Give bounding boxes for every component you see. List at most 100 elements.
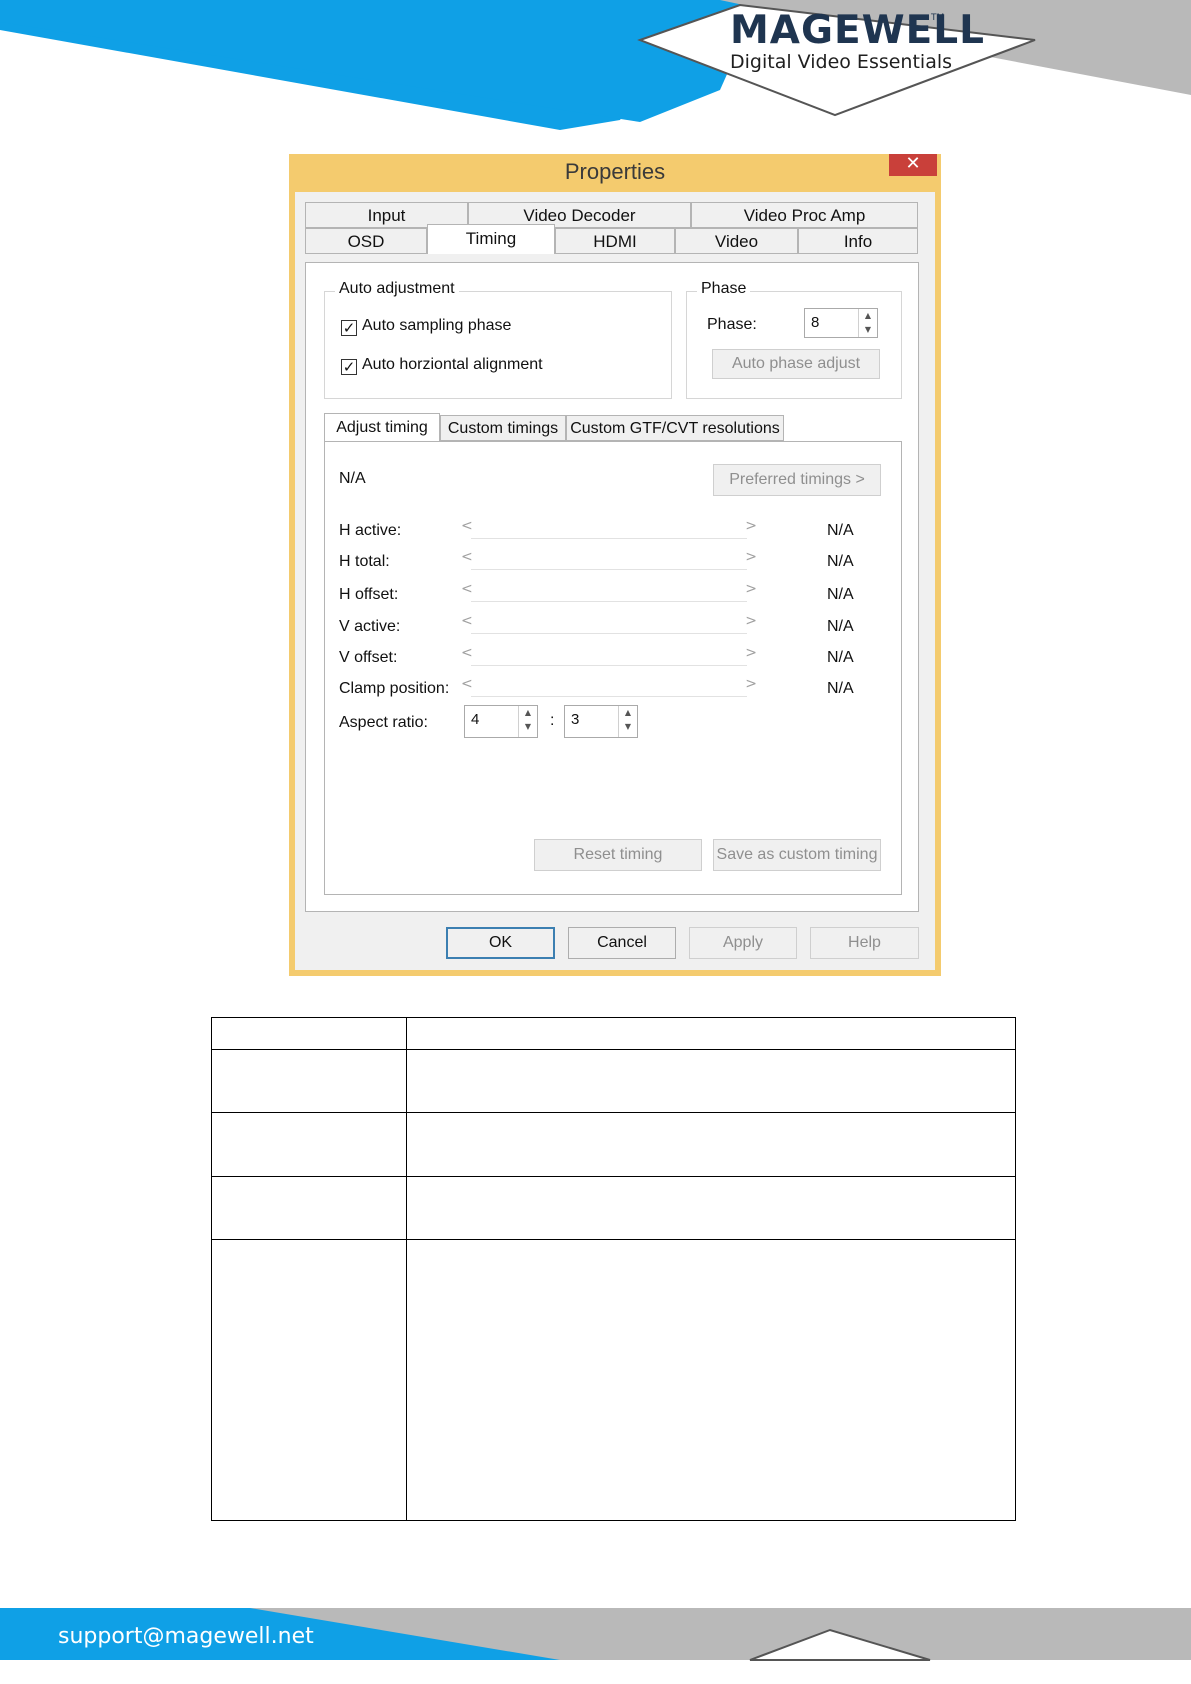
slider-right-icon: > <box>745 613 757 629</box>
preferred-timings-button[interactable]: Preferred timings > <box>713 464 881 496</box>
table-cell <box>406 1017 1016 1050</box>
tab-video[interactable]: Video <box>675 228 798 254</box>
h-active-slider[interactable]: < > <box>461 518 757 540</box>
table-row <box>211 1049 1016 1113</box>
clamp-position-label: Clamp position: <box>339 680 450 697</box>
subtab-custom-timings[interactable]: Custom timings <box>440 415 566 441</box>
slider-left-icon: < <box>461 676 473 692</box>
aspect-width-stepper[interactable]: 4 ▲ ▼ <box>464 705 538 738</box>
phase-group: Phase Phase: 8 ▲ ▼ Auto phase adjust <box>686 280 902 399</box>
apply-button[interactable]: Apply <box>689 927 797 959</box>
h-active-label: H active: <box>339 522 402 539</box>
tab-video-proc-amp[interactable]: Video Proc Amp <box>691 202 918 228</box>
auto-phase-adjust-button[interactable]: Auto phase adjust <box>712 349 880 379</box>
close-button[interactable]: ✕ <box>889 154 937 176</box>
slider-right-icon: > <box>745 676 757 692</box>
phase-group-label: Phase <box>697 280 751 298</box>
v-active-value: N/A <box>827 618 854 635</box>
logo-wordmark: MAGEWELL <box>730 8 986 53</box>
table-cell <box>406 1049 1016 1113</box>
table-cell <box>406 1239 1016 1521</box>
table-cell <box>211 1176 407 1240</box>
table-cell <box>211 1112 407 1177</box>
v-offset-slider[interactable]: < > <box>461 645 757 667</box>
aspect-height-stepper[interactable]: 3 ▲ ▼ <box>564 705 638 738</box>
clamp-position-slider[interactable]: < > <box>461 676 757 698</box>
auto-horizontal-alignment-checkbox[interactable]: ✓ Auto horziontal alignment <box>341 355 543 375</box>
phase-stepper[interactable]: 8 ▲ ▼ <box>804 308 878 338</box>
save-as-custom-timing-button[interactable]: Save as custom timing <box>713 839 881 871</box>
h-total-value: N/A <box>827 553 854 570</box>
table-cell <box>406 1112 1016 1177</box>
checkbox-check-icon: ✓ <box>341 358 357 376</box>
h-total-slider[interactable]: < > <box>461 549 757 571</box>
phase-spin-buttons: ▲ ▼ <box>858 309 877 337</box>
checkbox-check-icon: ✓ <box>341 319 357 337</box>
h-total-label: H total: <box>339 553 390 570</box>
properties-dialog: Properties ✕ Input Video Decoder Video P… <box>289 154 941 976</box>
spin-down-icon[interactable]: ▼ <box>859 323 877 337</box>
aspect-width-value: 4 <box>471 711 480 728</box>
spin-up-icon[interactable]: ▲ <box>859 309 877 323</box>
tab-info[interactable]: Info <box>798 228 918 254</box>
table-row <box>211 1239 1016 1521</box>
slider-left-icon: < <box>461 613 473 629</box>
slider-left-icon: < <box>461 549 473 565</box>
table-cell <box>406 1176 1016 1240</box>
tab-hdmi[interactable]: HDMI <box>555 228 675 254</box>
slider-right-icon: > <box>745 518 757 534</box>
table-row <box>211 1176 1016 1240</box>
v-offset-value: N/A <box>827 649 854 666</box>
support-email[interactable]: support@magewell.net <box>58 1624 314 1649</box>
trademark-mark: TM <box>931 13 945 23</box>
reset-timing-button[interactable]: Reset timing <box>534 839 702 871</box>
slider-left-icon: < <box>461 645 473 661</box>
adjust-timing-page: N/A Preferred timings > H active: < > N/A… <box>324 441 902 895</box>
table-cell <box>211 1017 407 1050</box>
aspect-height-value: 3 <box>571 711 580 728</box>
tab-osd[interactable]: OSD <box>305 228 427 254</box>
spin-up-icon[interactable]: ▲ <box>619 706 637 720</box>
dialog-title: Properties <box>564 159 666 184</box>
aspect-separator: : <box>550 712 555 729</box>
clamp-position-value: N/A <box>827 680 854 697</box>
logo-tagline: Digital Video Essentials <box>730 51 953 73</box>
table-row <box>211 1017 1016 1050</box>
help-button[interactable]: Help <box>810 927 919 959</box>
phase-value: 8 <box>811 314 820 331</box>
subtab-adjust-timing[interactable]: Adjust timing <box>324 413 440 442</box>
v-active-slider[interactable]: < > <box>461 613 757 635</box>
spin-down-icon[interactable]: ▼ <box>619 720 637 734</box>
auto-horizontal-alignment-label: Auto horziontal alignment <box>362 356 543 373</box>
auto-adjustment-label: Auto adjustment <box>335 280 459 298</box>
spin-up-icon[interactable]: ▲ <box>519 706 537 720</box>
spin-down-icon[interactable]: ▼ <box>519 720 537 734</box>
timing-tab-page: Auto adjustment ✓ Auto sampling phase ✓ Au… <box>305 262 919 912</box>
h-active-value: N/A <box>827 522 854 539</box>
cancel-button[interactable]: Cancel <box>568 927 676 959</box>
tab-timing[interactable]: Timing <box>427 224 555 254</box>
h-offset-label: H offset: <box>339 586 399 603</box>
aspect-height-spin-buttons: ▲ ▼ <box>618 706 637 737</box>
dialog-client: Input Video Decoder Video Proc Amp OSD T… <box>295 192 935 970</box>
table-cell <box>211 1049 407 1113</box>
slider-left-icon: < <box>461 518 473 534</box>
auto-sampling-phase-checkbox[interactable]: ✓ Auto sampling phase <box>341 316 511 336</box>
slider-right-icon: > <box>745 581 757 597</box>
table-cell <box>211 1239 407 1521</box>
ok-button[interactable]: OK <box>446 927 555 959</box>
v-offset-label: V offset: <box>339 649 398 666</box>
description-table <box>211 1017 1016 1521</box>
v-active-label: V active: <box>339 618 401 635</box>
subtab-custom-gtf-cvt[interactable]: Custom GTF/CVT resolutions <box>566 415 784 441</box>
h-offset-slider[interactable]: < > <box>461 581 757 603</box>
table-row <box>211 1112 1016 1177</box>
tab-control: Input Video Decoder Video Proc Amp OSD T… <box>305 202 925 914</box>
auto-sampling-phase-label: Auto sampling phase <box>362 317 512 334</box>
header-banner <box>0 0 1191 130</box>
magewell-logo: MAGEWELL TM Digital Video Essentials <box>720 8 984 78</box>
slider-left-icon: < <box>461 581 473 597</box>
timing-subtab-control: Adjust timing Custom timings Custom GTF/… <box>324 413 904 899</box>
aspect-ratio-label: Aspect ratio: <box>339 714 428 731</box>
auto-adjustment-group: Auto adjustment ✓ Auto sampling phase ✓ Au… <box>324 280 672 399</box>
